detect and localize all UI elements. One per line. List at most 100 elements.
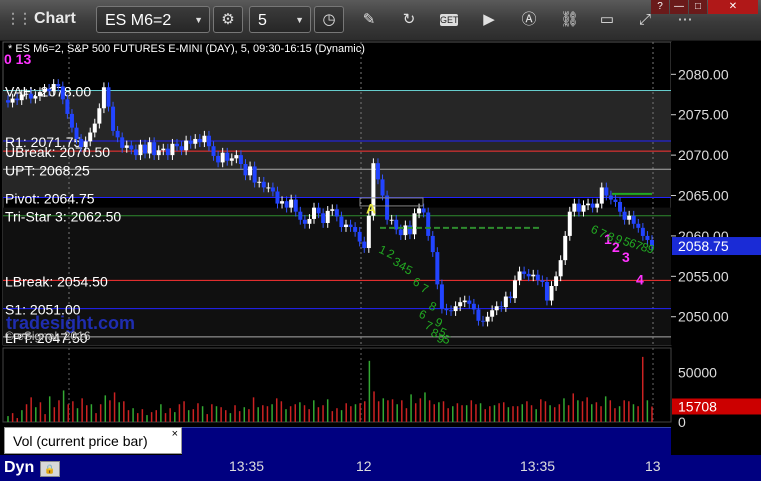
y-tick-label: 2080.00 — [678, 66, 729, 82]
candle-body — [540, 280, 545, 282]
candle-body — [467, 300, 472, 304]
candle-body — [302, 219, 307, 224]
x-tick: 12 — [356, 458, 372, 474]
candle-body — [197, 138, 202, 143]
candle-body — [42, 88, 47, 93]
candle-body — [101, 87, 106, 109]
candle-body — [508, 296, 513, 299]
y-tick-label: 2050.00 — [678, 309, 729, 325]
level-label: UBreak: 2070.50 — [5, 144, 110, 160]
candle-body — [225, 152, 230, 161]
candle-body — [106, 87, 111, 107]
candle-body — [417, 208, 422, 214]
candle-body — [481, 320, 486, 322]
candle-body — [280, 201, 285, 204]
candle-body — [284, 201, 289, 208]
candle-body — [385, 195, 390, 220]
x-tick: 13:35 — [520, 458, 556, 474]
candle-body — [152, 142, 157, 156]
candle-body — [170, 143, 175, 156]
candle-body — [389, 219, 394, 221]
candle-body — [88, 132, 93, 142]
candle-body — [83, 141, 88, 148]
current-price-label: 2058.75 — [678, 238, 729, 254]
candle-body — [407, 225, 412, 235]
dynamic-label[interactable]: Dyn — [4, 459, 34, 477]
candle-body — [206, 135, 211, 147]
candle-body — [449, 310, 454, 312]
candle-body — [439, 284, 444, 309]
candle-body — [622, 211, 627, 220]
candle-body — [458, 302, 463, 307]
candle-body — [243, 164, 248, 176]
candle-body — [627, 215, 632, 220]
candle-body — [19, 94, 24, 101]
candle-body — [65, 99, 70, 114]
candle-body — [129, 145, 134, 150]
candle-body — [115, 130, 120, 138]
candle-body — [604, 187, 609, 196]
candle-body — [92, 123, 97, 133]
candle-body — [558, 260, 563, 277]
candle-body — [586, 203, 591, 206]
candle-body — [229, 158, 234, 161]
candle-body — [412, 213, 417, 235]
y-tick-label: 2065.00 — [678, 188, 729, 204]
candle-body — [10, 98, 15, 103]
candle-body — [430, 235, 435, 253]
candle-body — [476, 309, 481, 321]
volume-y-tick: 0 — [678, 414, 686, 430]
level-label: VAH: 2078.00 — [5, 83, 91, 99]
candle-body — [257, 181, 262, 183]
candle-body — [124, 145, 129, 148]
y-tick-label: 2070.00 — [678, 147, 729, 163]
candle-body — [79, 138, 84, 148]
candle-body — [618, 201, 623, 212]
candle-body — [499, 306, 504, 308]
candle-body — [631, 215, 636, 224]
price-chart[interactable]: VAH: 2078.00R1: 2071.75UBreak: 2070.50UP… — [0, 0, 761, 481]
candle-body — [147, 142, 152, 154]
candle-body — [503, 296, 508, 308]
candle-body — [357, 231, 362, 242]
candle-body — [494, 306, 499, 311]
lock-icon[interactable]: 🔒 — [40, 461, 60, 477]
candle-body — [74, 127, 79, 139]
candle-body — [636, 223, 641, 228]
volume-y-tick: 50000 — [678, 365, 717, 381]
candle-body — [325, 210, 330, 223]
annotation-label: 4 — [636, 271, 644, 287]
candle-body — [252, 166, 257, 183]
candle-body — [316, 207, 321, 214]
candle-body — [590, 203, 595, 208]
x-tick: 13:35 — [229, 458, 265, 474]
candle-body — [184, 140, 189, 151]
candle-body — [599, 187, 604, 204]
candle-body — [69, 113, 74, 128]
candle-body — [293, 199, 298, 212]
candle-body — [339, 216, 344, 228]
candle-body — [362, 241, 367, 249]
candle-body — [453, 306, 458, 312]
candle-body — [421, 208, 426, 213]
candle-body — [120, 137, 125, 148]
candle-body — [554, 276, 559, 287]
candle-body — [567, 211, 572, 236]
candle-body — [522, 271, 527, 274]
candle-body — [111, 106, 116, 131]
level-label: LBreak: 2054.50 — [5, 273, 108, 289]
copyright: © eSignal, 2016 — [5, 329, 91, 343]
candle-body — [398, 229, 403, 236]
candle-body — [330, 209, 335, 211]
y-tick-label: 2055.00 — [678, 268, 729, 284]
candle-body — [60, 86, 65, 100]
chart-title: * ES M6=2, S&P 500 FUTURES E-MINI (DAY),… — [8, 43, 365, 55]
candle-body — [490, 310, 495, 317]
close-icon[interactable]: × — [172, 428, 178, 440]
candle-body — [380, 179, 385, 196]
candle-body — [179, 146, 184, 151]
candle-body — [202, 135, 207, 143]
volume-study-label[interactable]: Vol (current price bar) × — [4, 427, 182, 454]
candle-body — [444, 308, 449, 311]
candle-body — [549, 286, 554, 301]
